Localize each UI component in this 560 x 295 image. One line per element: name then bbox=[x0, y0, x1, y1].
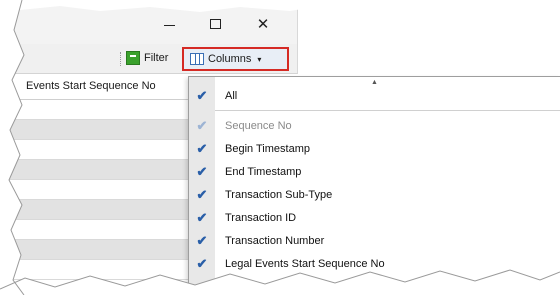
title-bar: ✕ bbox=[8, 0, 298, 44]
column-option-transaction-number[interactable]: ✔ Transaction Number bbox=[189, 229, 560, 252]
table-row[interactable] bbox=[8, 120, 198, 140]
column-option-label: All bbox=[225, 89, 238, 102]
chevron-down-icon: ▾ bbox=[257, 54, 262, 64]
column-option-legal-events-start-sequence-no[interactable]: ✔ Legal Events Start Sequence No bbox=[189, 252, 560, 275]
checkmark-icon[interactable]: ✔ bbox=[189, 160, 215, 183]
column-option-label: Transaction Number bbox=[225, 234, 325, 247]
checkmark-icon[interactable]: ✔ bbox=[189, 252, 215, 275]
column-chooser-dropdown: ▲ ✔ All ✔ Sequence No ✔ Begin Timestamp … bbox=[188, 76, 560, 295]
column-option-transaction-id[interactable]: ✔ Transaction ID bbox=[189, 206, 560, 229]
filter-button[interactable]: Filter bbox=[126, 51, 168, 65]
menu-divider bbox=[215, 110, 560, 111]
columns-button[interactable]: Columns ▾ bbox=[182, 47, 289, 71]
column-option-begin-timestamp[interactable]: ✔ Begin Timestamp bbox=[189, 137, 560, 160]
toolbar: Filter Columns ▾ bbox=[8, 44, 298, 74]
checkmark-icon[interactable]: ✔ bbox=[189, 84, 215, 107]
column-option-sequence-no: ✔ Sequence No bbox=[189, 114, 560, 137]
column-option-label: Sequence No bbox=[225, 119, 292, 132]
table-row[interactable] bbox=[8, 240, 198, 260]
column-option-label: Begin Timestamp bbox=[225, 142, 310, 155]
column-header-label: Events Start Sequence No bbox=[26, 80, 156, 92]
maximize-button[interactable] bbox=[200, 14, 230, 34]
table-row[interactable] bbox=[8, 260, 198, 280]
toolbar-separator bbox=[120, 52, 121, 66]
maximize-icon bbox=[209, 19, 221, 29]
close-button[interactable]: ✕ bbox=[248, 14, 278, 34]
minimize-icon bbox=[163, 24, 175, 26]
checkmark-icon[interactable]: ✔ bbox=[189, 229, 215, 252]
checkmark-icon[interactable]: ✔ bbox=[189, 137, 215, 160]
column-option-end-timestamp[interactable]: ✔ End Timestamp bbox=[189, 160, 560, 183]
filter-icon bbox=[126, 51, 140, 65]
table-row[interactable] bbox=[8, 180, 198, 200]
screenshot: ✕ Filter Columns ▾ Events Start Sequence… bbox=[0, 0, 560, 295]
table-row[interactable] bbox=[8, 200, 198, 220]
column-option-label: Transaction Sub-Type bbox=[225, 188, 333, 201]
column-option-transaction-sub-type[interactable]: ✔ Transaction Sub-Type bbox=[189, 183, 560, 206]
checkmark-icon[interactable]: ✔ bbox=[189, 183, 215, 206]
minimize-button[interactable] bbox=[154, 14, 184, 34]
filter-label: Filter bbox=[144, 52, 169, 64]
table-row[interactable] bbox=[8, 160, 198, 180]
column-option-label: Legal Events Start Sequence No bbox=[225, 257, 385, 270]
table-row[interactable] bbox=[8, 100, 198, 120]
column-option-label: End Timestamp bbox=[225, 165, 302, 178]
table-row[interactable] bbox=[8, 140, 198, 160]
columns-icon bbox=[190, 53, 204, 65]
column-option-all[interactable]: ✔ All bbox=[189, 84, 560, 107]
columns-label: Columns bbox=[208, 53, 252, 65]
checkmark-icon: ✔ bbox=[196, 117, 208, 133]
close-icon: ✕ bbox=[256, 15, 270, 33]
checkmark-icon[interactable]: ✔ bbox=[189, 206, 215, 229]
table-row[interactable] bbox=[8, 220, 198, 240]
column-option-label: Transaction ID bbox=[225, 211, 297, 224]
